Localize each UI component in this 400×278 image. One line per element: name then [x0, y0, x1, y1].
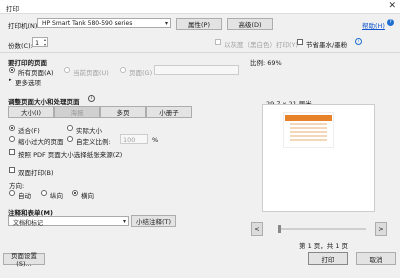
copies-value: 1	[35, 39, 40, 47]
page-slider-thumb[interactable]	[278, 225, 281, 233]
duplex-checkbox[interactable]	[9, 167, 15, 173]
radio-orientation-portrait[interactable]	[41, 190, 47, 196]
pages-label: 页面(G)	[129, 69, 153, 77]
properties-button[interactable]: 属性(P)	[176, 18, 222, 30]
percent-unit: %	[152, 136, 159, 144]
tab-multiple[interactable]: 多页	[100, 106, 146, 118]
shrink-oversized-label: 缩小过大的页面	[18, 138, 64, 146]
save-ink-label: 节省墨水/墨粉	[306, 41, 348, 49]
page-setup-button[interactable]: 页面设置(S)...	[3, 252, 45, 268]
save-ink-checkbox[interactable]	[297, 39, 303, 45]
orientation-landscape-label: 横向	[81, 192, 94, 200]
close-icon[interactable]: ✕	[388, 1, 396, 11]
info-icon[interactable]: i	[88, 95, 95, 102]
pages-range-input[interactable]	[154, 65, 239, 75]
copies-label: 份数(C):	[8, 42, 33, 50]
help-icon[interactable]: ?	[387, 19, 394, 26]
preview-table	[290, 123, 327, 143]
sizing-section-heading: 调整页面大小和处理页面	[8, 98, 80, 106]
page-slider-track[interactable]	[278, 228, 366, 230]
printer-select-value: HP Smart Tank 580-590 series	[42, 20, 133, 27]
radio-shrink-oversized[interactable]	[9, 136, 15, 142]
printer-label: 打印机(N):	[8, 22, 40, 30]
custom-scale-value: 100	[123, 136, 136, 144]
custom-scale-label: 自定义比例:	[76, 138, 111, 146]
printer-select[interactable]: HP Smart Tank 580-590 series ▾	[37, 18, 171, 28]
next-page-button[interactable]: >	[375, 222, 387, 236]
custom-scale-input[interactable]: 100	[120, 134, 148, 144]
window-title: 打印	[6, 5, 19, 13]
comments-select-value: 文档和标记	[13, 220, 44, 227]
comments-select[interactable]: 文档和标记 ▾	[8, 216, 129, 227]
tab-booklet[interactable]: 小册子	[146, 106, 192, 118]
paper-source-label: 按照 PDF 页面大小选择纸张来源(Z)	[18, 151, 123, 159]
current-page-label: 当前页面(U)	[73, 69, 109, 77]
radio-custom-scale[interactable]	[67, 136, 73, 142]
pages-section-heading: 要打印的页面	[8, 59, 47, 67]
orientation-portrait-label: 纵向	[50, 192, 63, 200]
radio-actual-size[interactable]	[67, 125, 73, 131]
fit-label: 适合(F)	[18, 127, 40, 135]
duplex-label: 双面打印(B)	[18, 169, 54, 177]
help-link[interactable]: 帮助(H)	[362, 20, 385, 30]
orientation-auto-label: 自动	[18, 192, 31, 200]
spinner-arrows-icon[interactable]: ▴ ▾	[44, 37, 46, 47]
chevron-down-icon: ▾	[164, 20, 168, 27]
preview-header-band	[285, 115, 332, 121]
orientation-heading: 方向:	[9, 182, 25, 190]
more-options-link[interactable]: 更多选项	[15, 77, 41, 87]
prev-page-button[interactable]: <	[251, 222, 263, 236]
radio-fit[interactable]	[9, 125, 15, 131]
grayscale-label: 以灰度（黑白色）打印(Y)	[224, 41, 299, 49]
radio-orientation-landscape[interactable]	[72, 190, 78, 196]
all-pages-label: 所有页面(A)	[18, 69, 54, 77]
radio-current-page[interactable]	[64, 67, 70, 73]
radio-orientation-auto[interactable]	[9, 190, 15, 196]
scale-label: 比例: 69%	[250, 59, 282, 67]
preview-page-content	[283, 112, 334, 148]
info-icon[interactable]: i	[355, 38, 362, 45]
tab-poster[interactable]: 海报	[54, 106, 100, 118]
cancel-button[interactable]: 取消	[356, 252, 396, 265]
radio-pages[interactable]	[120, 67, 126, 73]
grayscale-checkbox[interactable]	[215, 39, 221, 45]
actual-size-label: 实际大小	[76, 127, 102, 135]
radio-all-pages[interactable]	[9, 67, 15, 73]
print-preview	[262, 104, 375, 212]
advanced-button[interactable]: 高级(D)	[227, 18, 273, 30]
print-button[interactable]: 打印	[308, 252, 348, 265]
triangle-right-icon[interactable]: ▸	[9, 77, 12, 83]
tab-size[interactable]: 大小(I)	[8, 106, 54, 118]
divider	[0, 52, 400, 53]
copies-input[interactable]: 1 ▴ ▾	[32, 37, 48, 47]
page-info: 第 1 页，共 1 页	[299, 242, 349, 250]
paper-source-checkbox[interactable]	[9, 149, 15, 155]
summarize-comments-button[interactable]: 小结注释(T)	[131, 215, 176, 227]
chevron-down-icon: ▾	[122, 218, 126, 225]
title-bar	[0, 0, 400, 14]
